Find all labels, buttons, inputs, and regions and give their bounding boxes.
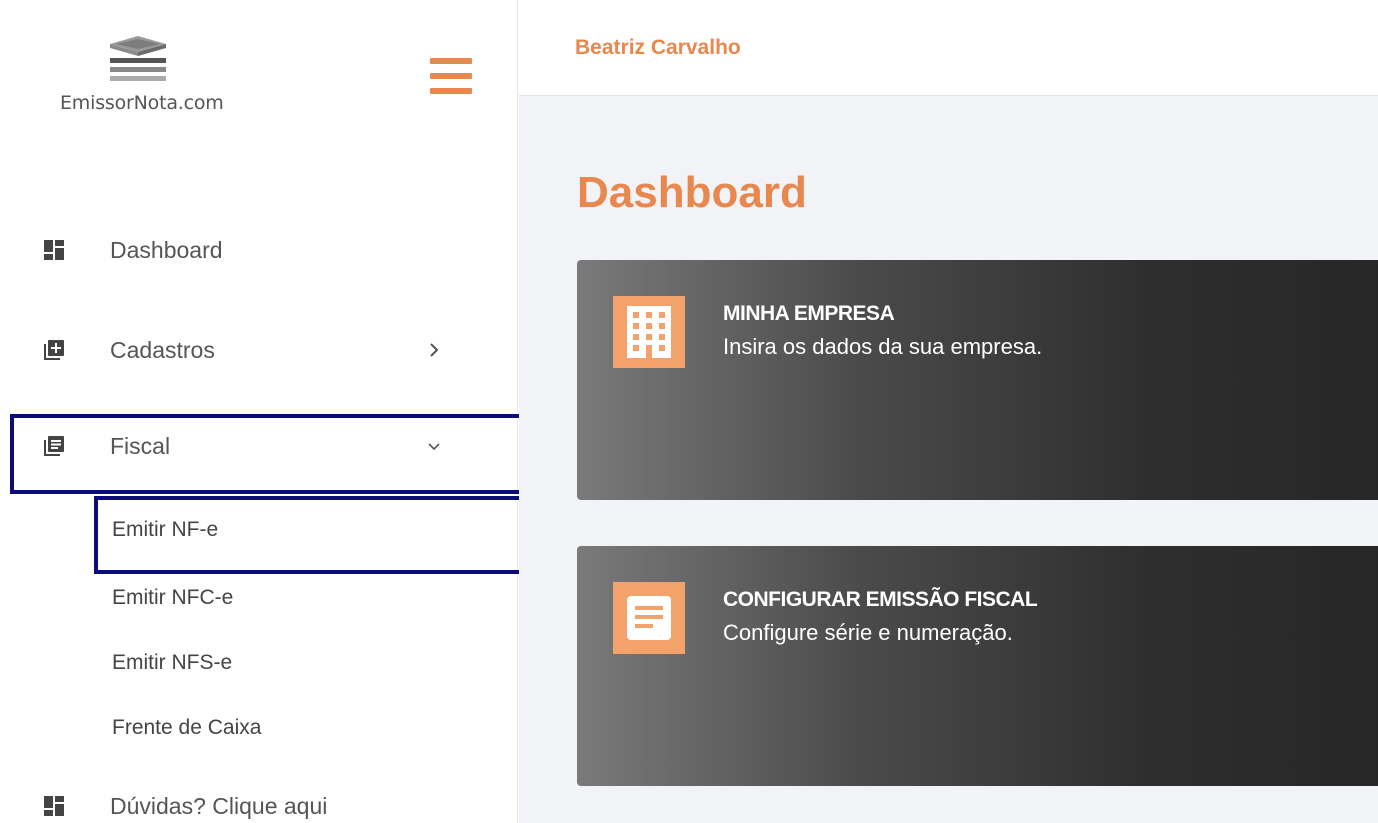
card-icon-container bbox=[613, 296, 685, 368]
hamburger-line bbox=[430, 73, 472, 79]
logo-text: EmissorNota.com bbox=[60, 92, 224, 114]
sidebar-item-duvidas[interactable]: Dúvidas? Clique aqui bbox=[0, 776, 518, 823]
sidebar-item-label: Dúvidas? Clique aqui bbox=[110, 792, 328, 819]
sidebar-subitem-frente-de-caixa[interactable]: Frente de Caixa bbox=[112, 716, 261, 740]
dashboard-icon bbox=[44, 240, 64, 260]
sidebar: EmissorNota.com Dashboard Cadastros Fisc… bbox=[0, 0, 540, 823]
sidebar-item-cadastros[interactable]: Cadastros bbox=[0, 320, 518, 380]
sidebar-item-label: Dashboard bbox=[110, 236, 223, 263]
page-title: Dashboard bbox=[577, 168, 807, 217]
highlight-box-emitir-nfe bbox=[94, 496, 540, 574]
main-content: Dashboard MINHA EMPRESA Insira os dados … bbox=[519, 96, 1378, 823]
topbar: Beatriz Carvalho bbox=[519, 0, 1378, 96]
hamburger-line bbox=[430, 88, 472, 94]
card-description: Insira os dados da sua empresa. bbox=[723, 334, 1043, 359]
sidebar-item-dashboard[interactable]: Dashboard bbox=[0, 220, 518, 280]
document-icon bbox=[627, 596, 671, 640]
menu-toggle-button[interactable] bbox=[430, 58, 472, 96]
card-title: MINHA EMPRESA bbox=[723, 302, 895, 325]
hamburger-icon bbox=[430, 58, 472, 64]
highlight-box-fiscal bbox=[10, 414, 540, 494]
sidebar-subitem-emitir-nfse[interactable]: Emitir NFS-e bbox=[112, 651, 232, 675]
card-configurar-emissao[interactable]: CONFIGURAR EMISSÃO FISCAL Configure séri… bbox=[577, 546, 1378, 786]
chevron-right-icon bbox=[430, 343, 439, 357]
card-minha-empresa[interactable]: MINHA EMPRESA Insira os dados da sua emp… bbox=[577, 260, 1378, 500]
user-name[interactable]: Beatriz Carvalho bbox=[575, 36, 741, 60]
card-icon-container bbox=[613, 582, 685, 654]
dashboard-icon bbox=[44, 796, 64, 816]
card-description: Configure série e numeração. bbox=[723, 620, 1013, 645]
add-box-icon bbox=[44, 340, 64, 360]
building-icon bbox=[627, 306, 671, 358]
sidebar-subitem-emitir-nfce[interactable]: Emitir NFC-e bbox=[112, 586, 233, 610]
card-title: CONFIGURAR EMISSÃO FISCAL bbox=[723, 588, 1038, 611]
sidebar-item-label: Cadastros bbox=[110, 336, 215, 363]
logo-stack-icon bbox=[110, 36, 166, 81]
